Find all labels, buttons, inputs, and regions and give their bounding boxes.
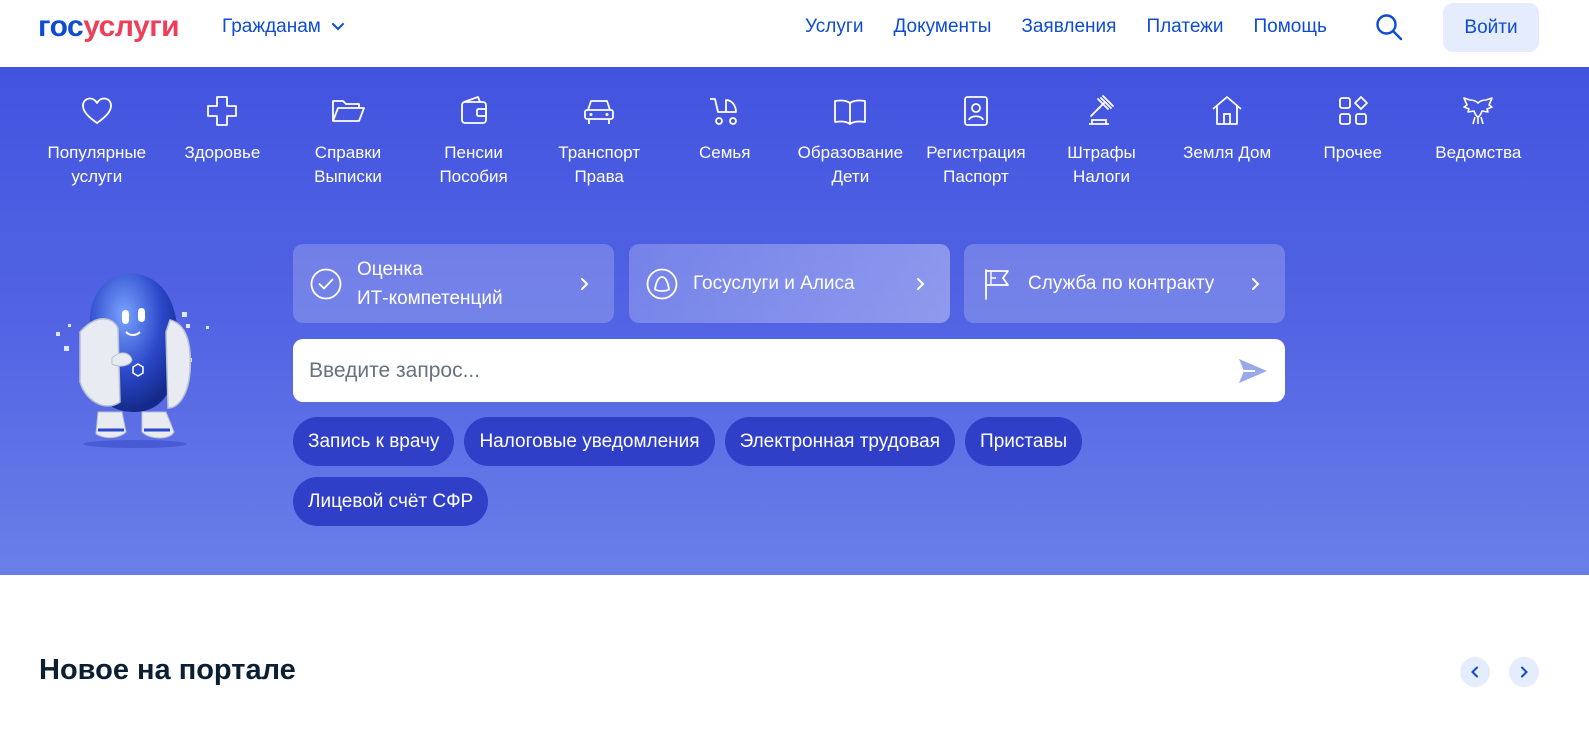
house-icon (1212, 96, 1242, 125)
category-family[interactable]: Семья (662, 93, 788, 189)
nav-documents[interactable]: Документы (893, 16, 991, 38)
gavel-icon (1088, 95, 1114, 125)
search-input[interactable] (293, 339, 1213, 402)
chevron-right-icon (581, 277, 589, 290)
login-button[interactable]: Войти (1443, 3, 1539, 52)
gosuslugi-logo[interactable]: госуслуги (38, 10, 180, 44)
stroller-icon (709, 98, 737, 125)
hero-section: Популярные услуги Здоровье Справки Выписки… (0, 67, 1589, 575)
category-certificates[interactable]: Справки Выписки (285, 93, 411, 189)
nav-services[interactable]: Услуги (805, 16, 863, 38)
chevron-right-icon (1252, 277, 1260, 290)
promo-contract-service[interactable]: Служба по контракту (964, 244, 1285, 323)
category-land-home[interactable]: Земля Дом (1164, 93, 1290, 189)
section-title: Новое на портале (39, 654, 296, 686)
grid-icon (1338, 96, 1368, 125)
promo-it-assessment[interactable]: Оценка ИТ-компетенций (293, 244, 614, 323)
nav-payments[interactable]: Платежи (1146, 16, 1223, 38)
mascot-illustration (56, 273, 209, 448)
category-health[interactable]: Здоровье (160, 93, 286, 189)
category-popular[interactable]: Популярные услуги (34, 93, 160, 189)
chevron-left-icon (1471, 666, 1478, 678)
chip-sfr-account[interactable]: Лицевой счёт СФР (293, 477, 489, 526)
check-circle-icon (310, 268, 342, 299)
category-education[interactable]: Образование Дети (788, 93, 914, 189)
send-icon[interactable] (1237, 355, 1269, 387)
book-icon (834, 99, 867, 125)
nav-applications[interactable]: Заявления (1021, 16, 1116, 38)
flag-icon (985, 268, 1009, 300)
carousel-next-button[interactable] (1509, 657, 1539, 687)
car-icon (584, 100, 615, 124)
eagle-icon (1463, 97, 1494, 125)
chip-tax-notices[interactable]: Налоговые уведомления (464, 417, 715, 466)
chip-bailiffs[interactable]: Приставы (965, 417, 1083, 466)
category-pensions[interactable]: Пенсии Пособия (411, 93, 537, 189)
category-bar: Популярные услуги Здоровье Справки Выписки… (34, 93, 1541, 189)
search-icon[interactable] (1374, 12, 1404, 42)
heart-icon (81, 97, 112, 124)
category-transport[interactable]: Транспорт Права (536, 93, 662, 189)
site-header: госуслуги Гражданам Услуги Документы Зая… (0, 0, 1589, 67)
audience-label: Гражданам (222, 16, 321, 37)
carousel-prev-button[interactable] (1460, 657, 1490, 687)
folder-icon (332, 100, 365, 122)
main-nav: Услуги Документы Заявления Платежи Помощ… (805, 16, 1327, 38)
id-card-icon (964, 96, 988, 126)
category-fines[interactable]: Штрафы Налоги (1039, 93, 1165, 189)
category-other[interactable]: Прочее (1290, 93, 1416, 189)
category-registration[interactable]: Регистрация Паспорт (913, 93, 1039, 189)
nav-help[interactable]: Помощь (1254, 16, 1327, 38)
search-box (293, 339, 1285, 402)
health-cross-icon (207, 96, 238, 126)
wallet-icon (460, 96, 487, 124)
audience-selector[interactable]: Гражданам (222, 16, 345, 38)
chip-doctor-appointment[interactable]: Запись к врачу (293, 417, 455, 466)
category-agencies[interactable]: Ведомства (1416, 93, 1542, 189)
chevron-right-icon (917, 277, 925, 290)
quick-links: Запись к врачу Налоговые уведомления Эле… (293, 417, 1193, 526)
alice-icon (646, 268, 678, 299)
chevron-right-icon (1521, 666, 1528, 678)
chevron-down-icon (331, 23, 344, 31)
promo-alice[interactable]: Госуслуги и Алиса (629, 244, 950, 323)
chip-electronic-workbook[interactable]: Электронная трудовая (724, 417, 956, 466)
